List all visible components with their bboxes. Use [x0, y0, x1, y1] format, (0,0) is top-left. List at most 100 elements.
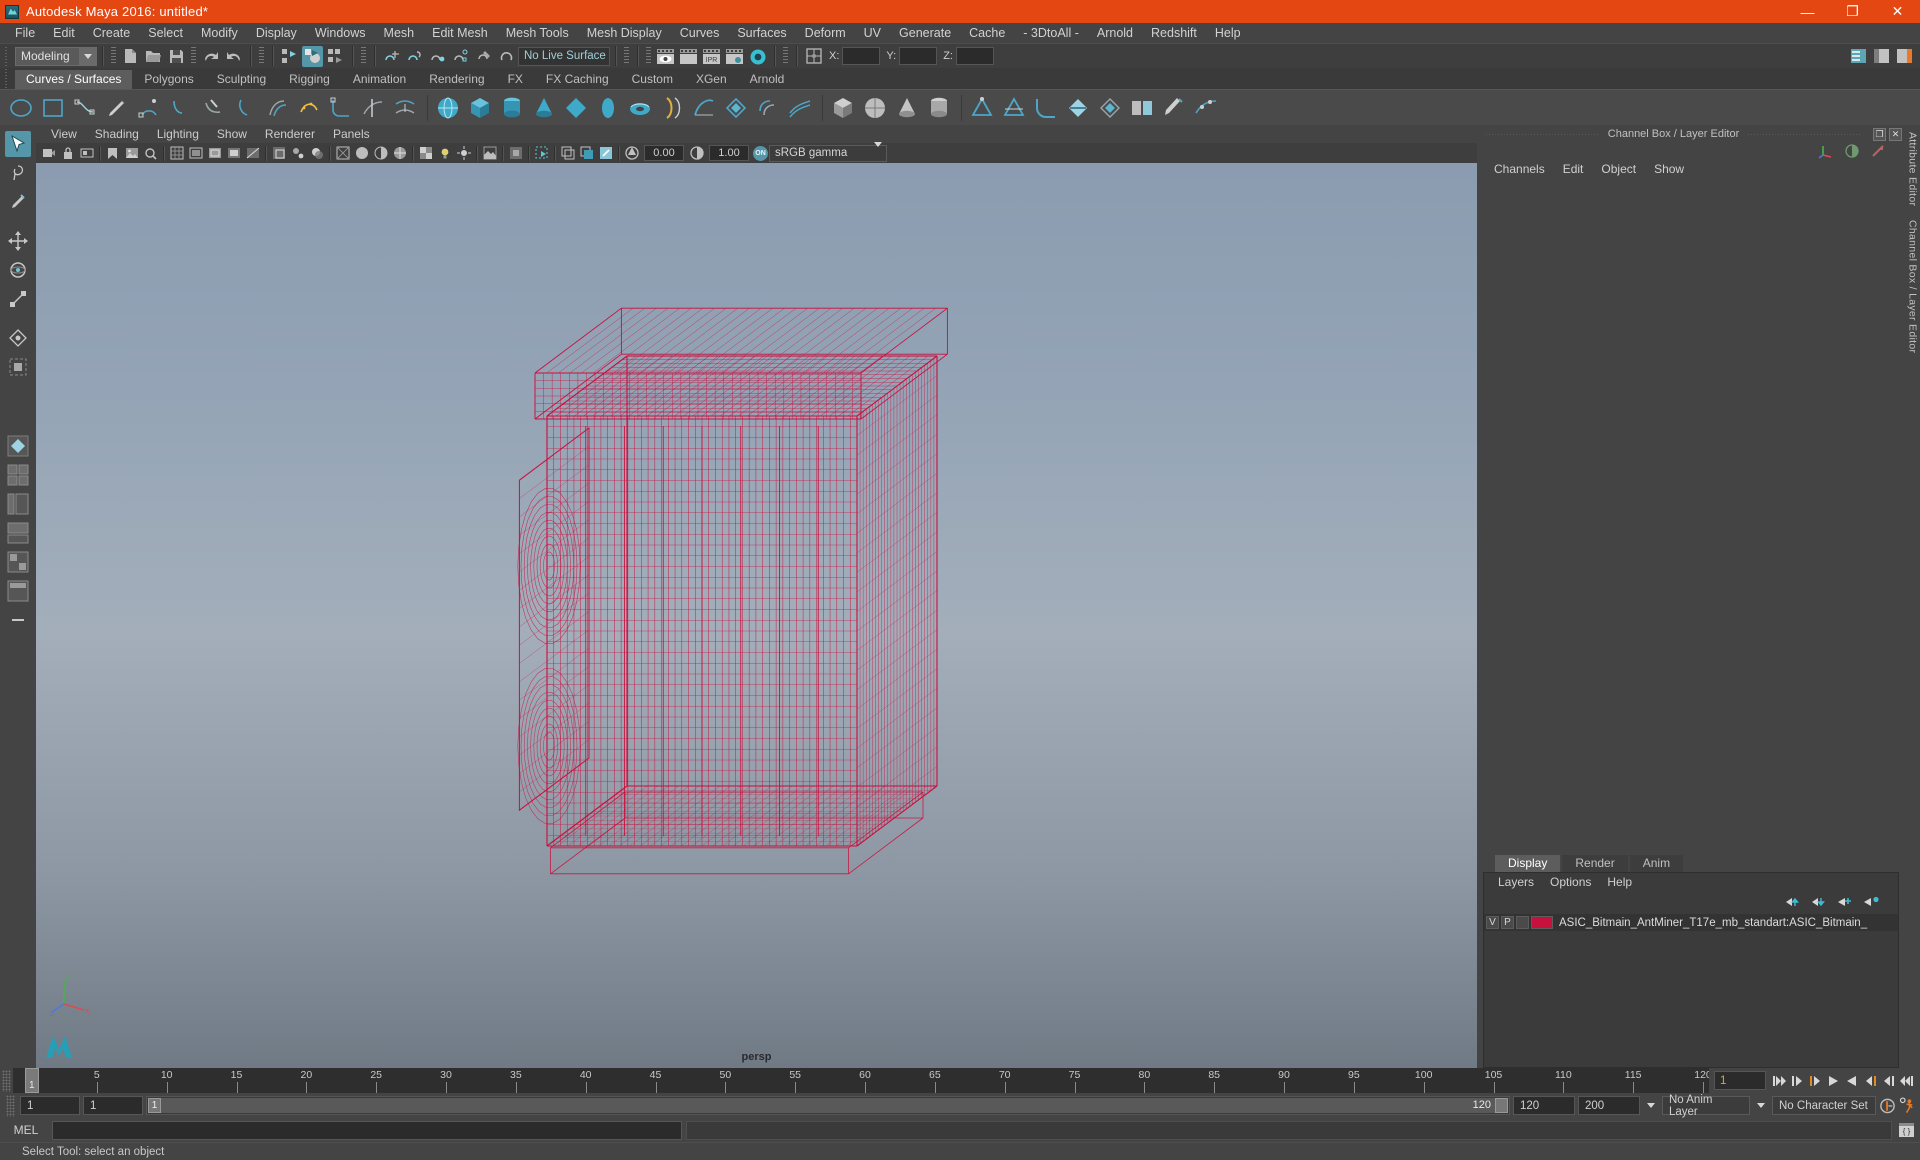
select-by-hierarchy-button[interactable]	[279, 46, 300, 67]
polygon-cube-icon[interactable]	[828, 93, 858, 123]
xray-joints-icon[interactable]	[289, 145, 306, 162]
insert-knot-icon[interactable]	[358, 93, 388, 123]
menu-item-cache[interactable]: Cache	[960, 23, 1014, 43]
scale-tool-button[interactable]	[5, 286, 31, 312]
isolate-selected-objects-icon[interactable]	[533, 145, 550, 162]
smooth-shade-selected-icon[interactable]	[372, 145, 389, 162]
undo-button[interactable]	[200, 46, 221, 67]
animation-start-input[interactable]: 1	[83, 1096, 143, 1115]
menu-item-deform[interactable]: Deform	[796, 23, 855, 43]
layer-row[interactable]: V P ASIC_Bitmain_AntMiner_T17e_mb_standart…	[1484, 914, 1898, 931]
rotate-tool-button[interactable]	[5, 257, 31, 283]
birail-icon[interactable]	[785, 93, 815, 123]
layer-menu-layers[interactable]: Layers	[1490, 873, 1542, 892]
layer-tab-render[interactable]: Render	[1562, 855, 1628, 872]
menu-item-windows[interactable]: Windows	[306, 23, 375, 43]
move-layer-down-icon[interactable]	[1812, 896, 1828, 908]
texture-display-icon[interactable]	[417, 145, 434, 162]
bevel-icon[interactable]	[967, 93, 997, 123]
character-set-dropdown[interactable]: No Character Set	[1772, 1096, 1876, 1115]
layer-tab-anim[interactable]: Anim	[1629, 855, 1684, 872]
persp-outliner-layout-button[interactable]	[5, 491, 31, 517]
intersect-surfaces-icon[interactable]	[1063, 93, 1093, 123]
polygon-sphere-icon[interactable]	[860, 93, 890, 123]
nurbs-cylinder-icon[interactable]	[497, 93, 527, 123]
gamma-half-circle-icon[interactable]	[1845, 144, 1859, 158]
smooth-shade-all-icon[interactable]	[353, 145, 370, 162]
axis-z-input[interactable]	[955, 47, 994, 65]
command-language-label[interactable]: MEL	[4, 1123, 48, 1137]
show-tool-settings-button[interactable]	[1871, 46, 1892, 67]
panel-close-button[interactable]: ✕	[1889, 127, 1902, 141]
surface-editing-icon[interactable]	[1191, 93, 1221, 123]
lasso-tool-button[interactable]	[5, 160, 31, 186]
live-surface-field[interactable]: No Live Surface	[518, 46, 610, 66]
lock-camera-icon[interactable]	[59, 145, 76, 162]
playback-end-input[interactable]: 200	[1578, 1096, 1640, 1115]
arc-tool-icon[interactable]	[134, 93, 164, 123]
trim-tool-icon[interactable]	[1095, 93, 1125, 123]
bookmark-icon[interactable]	[104, 145, 121, 162]
polygon-cylinder-icon[interactable]	[924, 93, 954, 123]
show-channel-box-button[interactable]	[1894, 46, 1915, 67]
surface-fillet-icon[interactable]	[1031, 93, 1061, 123]
menu-item-select[interactable]: Select	[139, 23, 192, 43]
wireframe-on-shaded-icon[interactable]	[391, 145, 408, 162]
use-default-lighting-icon[interactable]	[436, 145, 453, 162]
show-attribute-editor-button[interactable]	[1848, 46, 1869, 67]
layer-color-swatch[interactable]	[1531, 916, 1553, 929]
render-settings-button[interactable]	[724, 46, 745, 67]
nurbs-torus-icon[interactable]	[625, 93, 655, 123]
viewport-menu-lighting[interactable]: Lighting	[148, 125, 208, 143]
detach-curves-icon[interactable]	[198, 93, 228, 123]
cut-curve-icon[interactable]	[230, 93, 260, 123]
exposure-value-input[interactable]: 0.00	[644, 145, 684, 161]
show-manipulator-tool-button[interactable]	[5, 325, 31, 351]
snap-to-projected-center-button[interactable]	[450, 46, 471, 67]
shelf-tab-rigging[interactable]: Rigging	[278, 70, 341, 89]
extrude-icon[interactable]	[753, 93, 783, 123]
shelf-tab-fx-caching[interactable]: FX Caching	[534, 70, 620, 89]
command-input[interactable]	[52, 1120, 682, 1140]
hypershade-layout-button[interactable]	[5, 549, 31, 575]
last-tool-used-button[interactable]	[5, 354, 31, 380]
select-by-component-type-button[interactable]	[325, 46, 346, 67]
snap-to-curve-button[interactable]	[404, 46, 425, 67]
camera-attributes-icon[interactable]	[78, 145, 95, 162]
menu-item-edit-mesh[interactable]: Edit Mesh	[423, 23, 497, 43]
animation-preferences-button[interactable]	[1899, 1096, 1916, 1115]
planar-surface-icon[interactable]	[721, 93, 751, 123]
menu-item-arnold[interactable]: Arnold	[1088, 23, 1142, 43]
chevron-down-icon[interactable]	[1643, 1103, 1659, 1108]
grid-toggle-icon[interactable]	[168, 145, 185, 162]
new-scene-button[interactable]	[120, 46, 141, 67]
menu-item-uv[interactable]: UV	[855, 23, 890, 43]
step-forward-key-button[interactable]	[1861, 1071, 1878, 1090]
menu-item-mesh-tools[interactable]: Mesh Tools	[497, 23, 578, 43]
two-d-pan-zoom-icon[interactable]	[142, 145, 159, 162]
viewport-menu-view[interactable]: View	[42, 125, 86, 143]
four-view-layout-button[interactable]	[5, 462, 31, 488]
viewport-menu-renderer[interactable]: Renderer	[256, 125, 324, 143]
resolution-gate-icon[interactable]	[206, 145, 223, 162]
shelf-tab-rendering[interactable]: Rendering	[418, 70, 496, 89]
layer-menu-help[interactable]: Help	[1599, 873, 1640, 892]
nurbs-circle-icon[interactable]	[6, 93, 36, 123]
render-view-toggle-button[interactable]	[747, 46, 768, 67]
film-gate-icon[interactable]	[187, 145, 204, 162]
nurbs-cube-icon[interactable]	[465, 93, 495, 123]
color-management-dropdown[interactable]: sRGB gamma	[769, 142, 887, 162]
play-forwards-button[interactable]	[1843, 1071, 1860, 1090]
create-new-layer-icon[interactable]	[1838, 896, 1854, 908]
shadows-toggle-icon[interactable]	[308, 145, 325, 162]
shelf-tab-animation[interactable]: Animation	[341, 70, 418, 89]
viewport-menu-panels[interactable]: Panels	[324, 125, 379, 143]
nurbs-sphere-icon[interactable]	[433, 93, 463, 123]
make-live-button[interactable]	[496, 46, 517, 67]
channel-box-menu-object[interactable]: Object	[1592, 159, 1645, 179]
perspective-viewport[interactable]: y x z persp	[36, 163, 1477, 1068]
command-response-output[interactable]	[686, 1120, 1892, 1140]
revolve-icon[interactable]	[657, 93, 687, 123]
paint-selection-tool-button[interactable]	[5, 189, 31, 215]
layer-type-toggle[interactable]	[1516, 916, 1529, 929]
